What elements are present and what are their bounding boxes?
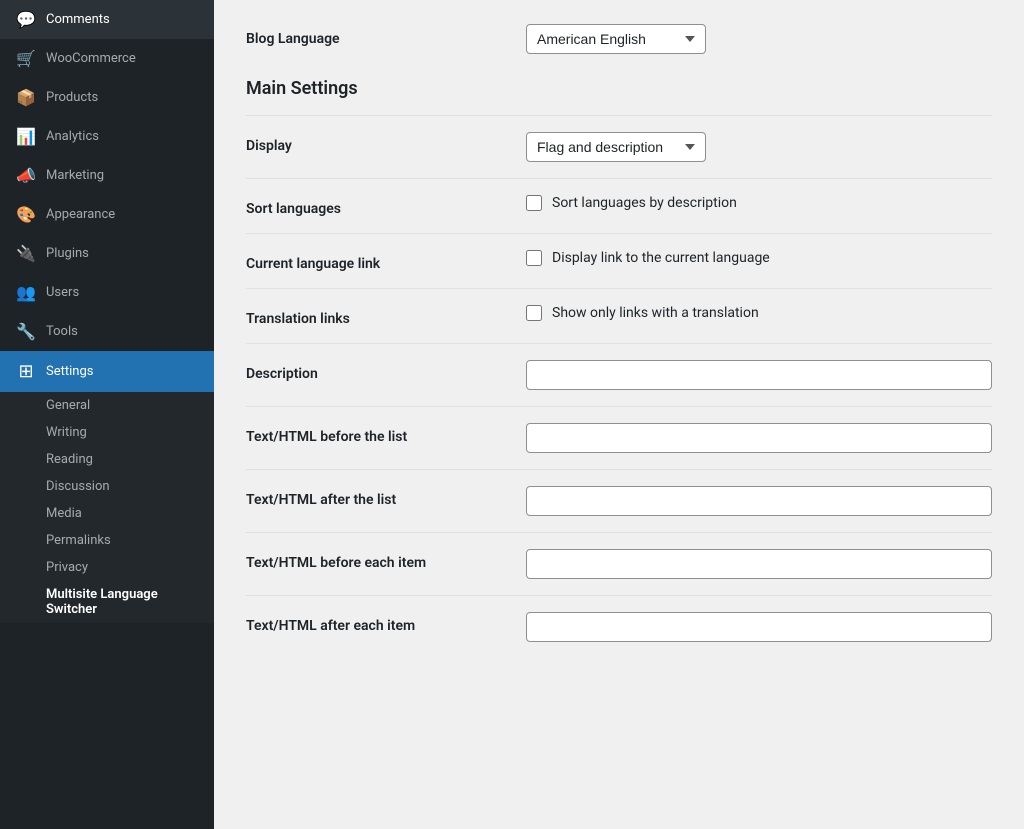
text-after-list-control <box>526 486 992 516</box>
marketing-icon <box>16 166 36 185</box>
sidebar-item-woocommerce-label: WooCommerce <box>46 51 136 66</box>
main-content: Blog Language American English Main Sett… <box>214 0 1024 829</box>
text-after-list-input[interactable] <box>526 486 992 516</box>
sidebar-item-tools[interactable]: Tools <box>0 312 214 351</box>
analytics-icon <box>16 127 36 146</box>
main-settings-title: Main Settings <box>246 78 992 111</box>
display-select[interactable]: Flag and description Flag only Descripti… <box>526 132 706 162</box>
sidebar-item-products[interactable]: Products <box>0 78 214 117</box>
comments-icon <box>16 10 36 29</box>
users-icon <box>16 283 36 302</box>
text-before-item-row: Text/HTML before each item <box>246 532 992 595</box>
current-language-link-checkbox-label: Display link to the current language <box>552 250 770 266</box>
submenu-item-media[interactable]: Media <box>0 500 214 527</box>
blog-language-control: American English <box>526 24 992 54</box>
display-label: Display <box>246 132 526 154</box>
sidebar-item-users-label: Users <box>46 285 79 300</box>
display-control: Flag and description Flag only Descripti… <box>526 132 992 162</box>
sort-languages-row: Sort languages Sort languages by descrip… <box>246 178 992 233</box>
submenu-item-reading[interactable]: Reading <box>0 446 214 473</box>
sidebar-item-plugins-label: Plugins <box>46 246 89 261</box>
description-control <box>526 360 992 390</box>
text-after-list-row: Text/HTML after the list <box>246 469 992 532</box>
translation-links-checkbox-label: Show only links with a translation <box>552 305 759 321</box>
submenu-item-general[interactable]: General <box>0 392 214 419</box>
display-row: Display Flag and description Flag only D… <box>246 115 992 178</box>
text-before-list-input[interactable] <box>526 423 992 453</box>
current-language-link-control: Display link to the current language <box>526 250 992 266</box>
sort-languages-label: Sort languages <box>246 195 526 217</box>
settings-icon <box>16 361 36 382</box>
sidebar-item-products-label: Products <box>46 90 98 105</box>
text-after-item-control <box>526 612 992 642</box>
sidebar-item-marketing[interactable]: Marketing <box>0 156 214 195</box>
current-language-link-label: Current language link <box>246 250 526 272</box>
sidebar: Comments WooCommerce Products Analytics … <box>0 0 214 829</box>
sidebar-item-settings[interactable]: Settings <box>0 351 214 392</box>
blog-language-label: Blog Language <box>246 31 526 47</box>
sidebar-item-marketing-label: Marketing <box>46 168 104 183</box>
sidebar-item-comments-label: Comments <box>46 12 110 27</box>
appearance-icon <box>16 205 36 224</box>
current-language-link-checkbox[interactable] <box>526 250 542 266</box>
sidebar-item-appearance[interactable]: Appearance <box>0 195 214 234</box>
products-icon <box>16 88 36 107</box>
text-before-item-input[interactable] <box>526 549 992 579</box>
text-before-item-label: Text/HTML before each item <box>246 549 526 571</box>
tools-icon <box>16 322 36 341</box>
sort-languages-checkbox-label: Sort languages by description <box>552 195 737 211</box>
text-before-list-control <box>526 423 992 453</box>
sidebar-item-tools-label: Tools <box>46 324 78 339</box>
translation-links-checkbox[interactable] <box>526 305 542 321</box>
text-before-item-control <box>526 549 992 579</box>
translation-links-row: Translation links Show only links with a… <box>246 288 992 343</box>
woo-icon <box>16 49 36 68</box>
sidebar-item-appearance-label: Appearance <box>46 207 115 222</box>
submenu-item-permalinks[interactable]: Permalinks <box>0 527 214 554</box>
translation-links-label: Translation links <box>246 305 526 327</box>
text-after-item-row: Text/HTML after each item <box>246 595 992 658</box>
sidebar-item-plugins[interactable]: Plugins <box>0 234 214 273</box>
description-row: Description <box>246 343 992 406</box>
text-after-list-label: Text/HTML after the list <box>246 486 526 508</box>
sidebar-item-comments[interactable]: Comments <box>0 0 214 39</box>
settings-submenu: General Writing Reading Discussion Media… <box>0 392 214 623</box>
text-before-list-row: Text/HTML before the list <box>246 406 992 469</box>
text-after-item-input[interactable] <box>526 612 992 642</box>
blog-language-select[interactable]: American English <box>526 24 706 54</box>
translation-links-control: Show only links with a translation <box>526 305 992 321</box>
text-before-list-label: Text/HTML before the list <box>246 423 526 445</box>
text-after-item-label: Text/HTML after each item <box>246 612 526 634</box>
plugins-icon <box>16 244 36 263</box>
submenu-item-mls[interactable]: Multisite Language Switcher <box>0 581 214 623</box>
blog-language-row: Blog Language American English <box>246 24 992 54</box>
sort-languages-checkbox[interactable] <box>526 195 542 211</box>
submenu-item-discussion[interactable]: Discussion <box>0 473 214 500</box>
current-language-link-row: Current language link Display link to th… <box>246 233 992 288</box>
submenu-item-writing[interactable]: Writing <box>0 419 214 446</box>
sidebar-item-analytics-label: Analytics <box>46 129 99 144</box>
sidebar-item-woocommerce[interactable]: WooCommerce <box>0 39 214 78</box>
sidebar-item-analytics[interactable]: Analytics <box>0 117 214 156</box>
sidebar-item-users[interactable]: Users <box>0 273 214 312</box>
description-label: Description <box>246 360 526 382</box>
sidebar-item-settings-label: Settings <box>46 364 93 379</box>
submenu-item-privacy[interactable]: Privacy <box>0 554 214 581</box>
description-input[interactable] <box>526 360 992 390</box>
sort-languages-control: Sort languages by description <box>526 195 992 211</box>
